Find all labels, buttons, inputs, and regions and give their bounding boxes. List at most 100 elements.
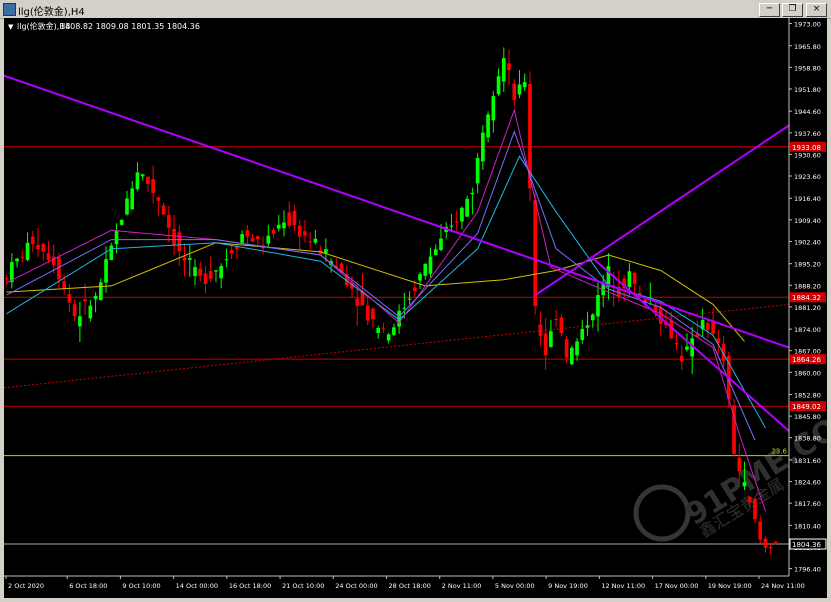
trendline[interactable] bbox=[0, 73, 790, 349]
candle[interactable] bbox=[177, 225, 182, 266]
candle[interactable] bbox=[554, 310, 558, 328]
candle[interactable] bbox=[407, 291, 412, 305]
candle[interactable] bbox=[460, 206, 464, 229]
candle[interactable] bbox=[533, 193, 538, 315]
candle[interactable] bbox=[538, 311, 543, 347]
price-tag[interactable]: 1804.36 bbox=[789, 538, 827, 550]
candle[interactable] bbox=[229, 245, 234, 260]
candle[interactable] bbox=[376, 325, 381, 339]
candle[interactable] bbox=[543, 318, 548, 370]
candle[interactable] bbox=[41, 242, 46, 261]
candle[interactable] bbox=[20, 250, 25, 263]
candle[interactable] bbox=[491, 91, 496, 133]
price-tag[interactable]: 1864.26 bbox=[790, 354, 826, 365]
candle[interactable] bbox=[371, 306, 375, 328]
candle[interactable] bbox=[72, 299, 77, 321]
candle[interactable] bbox=[522, 73, 527, 91]
candle[interactable] bbox=[763, 536, 768, 553]
candle[interactable] bbox=[386, 332, 391, 344]
price-tag[interactable]: 1884.32 bbox=[790, 292, 826, 303]
candle[interactable] bbox=[517, 70, 522, 99]
candle[interactable] bbox=[146, 176, 150, 192]
candle[interactable] bbox=[758, 515, 763, 544]
candle[interactable] bbox=[187, 245, 192, 277]
candle[interactable] bbox=[679, 345, 684, 370]
restore-button[interactable]: ❐ bbox=[782, 3, 803, 17]
candle[interactable] bbox=[219, 263, 224, 289]
candle[interactable] bbox=[580, 319, 585, 344]
candle[interactable] bbox=[250, 233, 255, 242]
candle[interactable] bbox=[182, 243, 187, 277]
candle[interactable] bbox=[240, 230, 244, 244]
candle[interactable] bbox=[381, 322, 386, 333]
candle[interactable] bbox=[596, 282, 600, 332]
candle[interactable] bbox=[271, 227, 276, 239]
candle[interactable] bbox=[292, 204, 297, 232]
price-chart[interactable]: 23.6 91PME.COM 鑫汇宝贵金属 1973.001965.801958… bbox=[0, 18, 831, 598]
candle[interactable] bbox=[496, 68, 501, 96]
candle[interactable] bbox=[46, 240, 51, 264]
candle[interactable] bbox=[36, 227, 40, 258]
candle[interactable] bbox=[88, 300, 93, 322]
candle[interactable] bbox=[664, 310, 668, 328]
candle[interactable] bbox=[156, 196, 161, 216]
candle[interactable] bbox=[287, 201, 292, 229]
moving-average-line[interactable] bbox=[6, 130, 756, 441]
candle[interactable] bbox=[198, 261, 203, 282]
moving-average-line[interactable] bbox=[6, 242, 745, 342]
candle[interactable] bbox=[433, 244, 438, 256]
candle[interactable] bbox=[559, 313, 564, 337]
moving-average-line[interactable] bbox=[6, 155, 766, 429]
candle[interactable] bbox=[392, 323, 396, 336]
candle[interactable] bbox=[109, 242, 114, 261]
candle[interactable] bbox=[318, 245, 323, 256]
candle[interactable] bbox=[161, 202, 166, 215]
candle[interactable] bbox=[98, 278, 103, 301]
candle[interactable] bbox=[214, 270, 218, 283]
candle[interactable] bbox=[151, 165, 155, 204]
candle[interactable] bbox=[208, 256, 213, 283]
candle[interactable] bbox=[266, 224, 271, 249]
close-button[interactable]: × bbox=[806, 3, 827, 17]
candle[interactable] bbox=[78, 302, 82, 343]
candle[interactable] bbox=[193, 259, 197, 286]
candle[interactable] bbox=[648, 282, 653, 306]
candle[interactable] bbox=[575, 337, 579, 361]
candle[interactable] bbox=[732, 399, 736, 457]
candle[interactable] bbox=[119, 219, 124, 226]
candle[interactable] bbox=[140, 173, 145, 181]
candle[interactable] bbox=[481, 125, 485, 170]
candle[interactable] bbox=[25, 232, 30, 262]
candle[interactable] bbox=[172, 215, 176, 256]
candle[interactable] bbox=[303, 220, 307, 243]
candle[interactable] bbox=[444, 222, 449, 239]
candle[interactable] bbox=[4, 274, 9, 286]
candle[interactable] bbox=[470, 187, 475, 215]
candle[interactable] bbox=[512, 79, 517, 107]
candle[interactable] bbox=[365, 297, 370, 326]
candle[interactable] bbox=[125, 190, 129, 216]
candle[interactable] bbox=[130, 181, 135, 211]
price-tag[interactable]: 1849.02 bbox=[790, 401, 826, 412]
candle[interactable] bbox=[297, 219, 302, 250]
candle[interactable] bbox=[308, 232, 312, 250]
candle[interactable] bbox=[674, 333, 679, 351]
candle[interactable] bbox=[501, 47, 506, 92]
trendline[interactable] bbox=[592, 257, 790, 432]
candle[interactable] bbox=[428, 247, 433, 278]
candle[interactable] bbox=[15, 257, 19, 268]
candle[interactable] bbox=[549, 319, 553, 348]
candle[interactable] bbox=[135, 161, 140, 191]
candle[interactable] bbox=[93, 292, 98, 313]
candle[interactable] bbox=[30, 230, 35, 253]
candle[interactable] bbox=[276, 214, 281, 232]
candle[interactable] bbox=[706, 319, 710, 339]
candle[interactable] bbox=[486, 111, 490, 143]
candle[interactable] bbox=[224, 248, 229, 268]
candle[interactable] bbox=[585, 311, 590, 336]
candle[interactable] bbox=[83, 283, 87, 315]
price-tag[interactable]: 1933.08 bbox=[790, 141, 826, 152]
window-titlebar[interactable]: llg(伦敦金),H4 ─ ❐ × bbox=[0, 0, 831, 19]
candle[interactable] bbox=[700, 308, 705, 337]
chart-canvas[interactable]: 23.6 91PME.COM 鑫汇宝贵金属 1973.00 1965.80 1958… bbox=[0, 18, 831, 598]
